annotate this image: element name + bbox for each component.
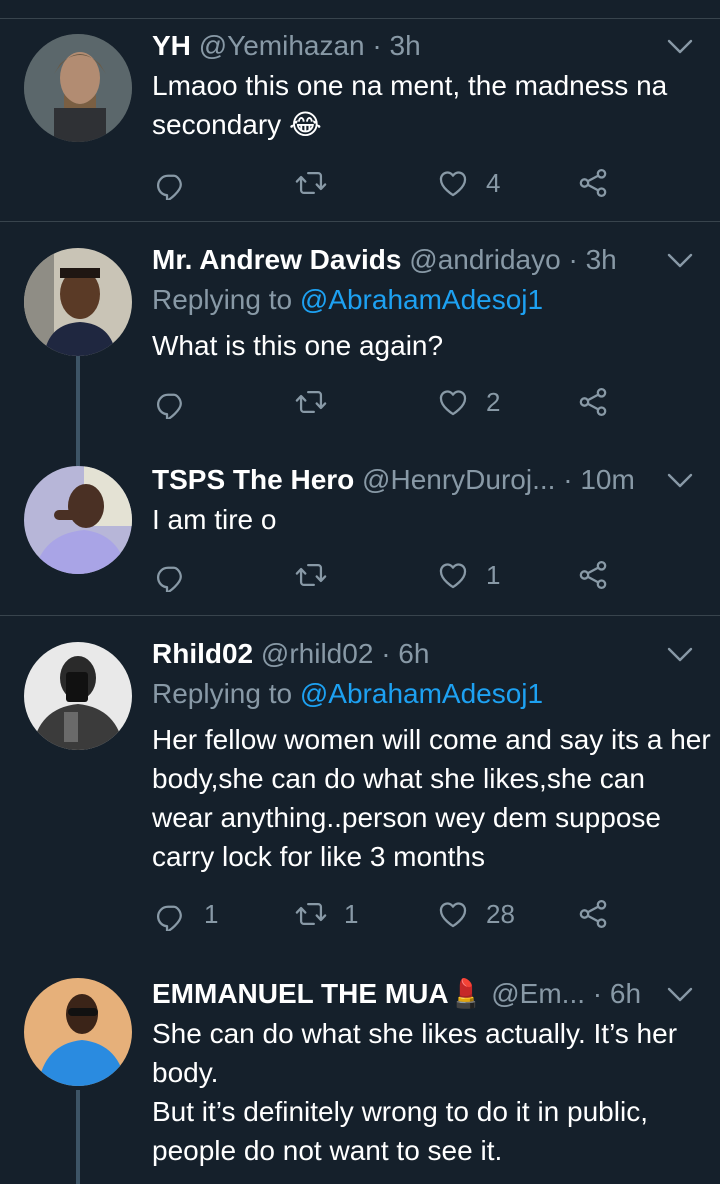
tweet-header: TSPS The Hero @HenryDuroj... · 10m [152,460,650,500]
separator-dot: · [592,978,603,1009]
chevron-down-icon[interactable] [666,250,694,272]
tweet-actions: 1 1 28 [152,892,672,936]
replying-to: Replying to @AbrahamAdesoj1 [152,674,543,714]
tweet-time[interactable]: 10m [580,464,634,495]
replying-to-label: Replying to [152,284,300,315]
chevron-down-icon[interactable] [666,470,694,492]
tweet-header: YH @Yemihazan · 3h [152,26,650,66]
heart-icon [436,558,470,592]
retweet-count: 1 [344,898,359,929]
share-button[interactable] [576,553,610,597]
reply-button[interactable] [154,380,204,424]
reply-count: 1 [204,898,219,929]
author-handle[interactable]: @Em... [491,978,585,1009]
avatar-tsps-the-hero[interactable] [24,466,132,574]
tweet-actions: 4 [152,161,672,205]
retweet-icon [294,558,328,592]
replying-to-mention[interactable]: @AbrahamAdesoj1 [300,678,543,709]
avatar-emmanuel-the-mua[interactable] [24,978,132,1086]
author-handle[interactable]: @andridayo [409,244,560,275]
author-name[interactable]: YH [152,30,191,61]
like-count: 28 [486,898,515,929]
like-button[interactable]: 2 [436,380,500,424]
share-button[interactable] [576,892,610,936]
separator-dot: · [563,464,573,495]
like-count: 4 [486,167,501,198]
reply-icon [154,166,188,200]
retweet-icon [294,385,328,419]
share-icon [576,166,610,200]
tweet-header: Mr. Andrew Davids @andridayo · 3h [152,240,650,280]
tweet-time[interactable]: 6h [610,978,641,1009]
replying-to-mention[interactable]: @AbrahamAdesoj1 [300,284,543,315]
like-button[interactable]: 28 [436,892,515,936]
tweet-time[interactable]: 3h [586,244,617,275]
author-handle[interactable]: @rhild02 [261,638,373,669]
retweet-button[interactable] [294,553,344,597]
separator-dot: · [381,638,391,669]
tweet-actions: 1 [152,553,672,597]
avatar-yh[interactable] [24,34,132,142]
thread-line [76,1090,80,1184]
like-count: 2 [486,386,501,417]
share-icon [576,897,610,931]
replying-to-label: Replying to [152,678,300,709]
avatar-andrew-davids[interactable] [24,248,132,356]
retweet-button[interactable] [294,161,344,205]
separator-dot: · [568,244,578,275]
thread-line [76,356,80,466]
retweet-button[interactable] [294,380,344,424]
share-button[interactable] [576,161,610,205]
chevron-down-icon[interactable] [666,36,694,58]
chevron-down-icon[interactable] [666,984,694,1006]
tweet-text: I am tire o [152,504,277,535]
author-name[interactable]: TSPS The Hero [152,464,354,495]
tweet-text: Her fellow women will come and say its a… [152,724,719,872]
reply-icon [154,897,188,931]
tweet-divider [0,615,720,616]
heart-icon [436,166,470,200]
retweet-icon [294,897,328,931]
tweet-time[interactable]: 3h [390,30,421,61]
tweet-header: Rhild02 @rhild02 · 6h [152,634,650,674]
reply-button[interactable] [154,161,204,205]
author-name[interactable]: EMMANUEL THE MUA💄 [152,978,483,1009]
heart-icon [436,897,470,931]
chevron-down-icon[interactable] [666,644,694,666]
tweet-text: Lmaoo this one na ment, the madness na s… [152,70,675,140]
top-divider [0,18,720,19]
separator-dot: · [372,30,382,61]
reply-icon [154,558,188,592]
author-name[interactable]: Mr. Andrew Davids [152,244,401,275]
author-handle[interactable]: @Yemihazan [199,30,365,61]
avatar-rhild02[interactable] [24,642,132,750]
share-icon [576,385,610,419]
author-handle[interactable]: @HenryDuroj... [362,464,555,495]
like-button[interactable]: 1 [436,553,500,597]
reply-icon [154,385,188,419]
author-name[interactable]: Rhild02 [152,638,253,669]
tweet-text: She can do what she likes actually. It’s… [152,1018,678,1166]
retweet-icon [294,166,328,200]
tweet-header: EMMANUEL THE MUA💄 @Em... · 6h [152,974,650,1014]
retweet-button[interactable]: 1 [294,892,358,936]
share-button[interactable] [576,380,610,424]
tweet-text: What is this one again? [152,330,444,361]
tweet-time[interactable]: 6h [398,638,429,669]
like-button[interactable]: 4 [436,161,500,205]
reply-button[interactable]: 1 [154,892,218,936]
share-icon [576,558,610,592]
tweet-divider [0,221,720,222]
reply-button[interactable] [154,553,204,597]
like-count: 1 [486,559,501,590]
tweet-actions: 2 [152,380,672,424]
heart-icon [436,385,470,419]
replying-to: Replying to @AbrahamAdesoj1 [152,280,543,320]
